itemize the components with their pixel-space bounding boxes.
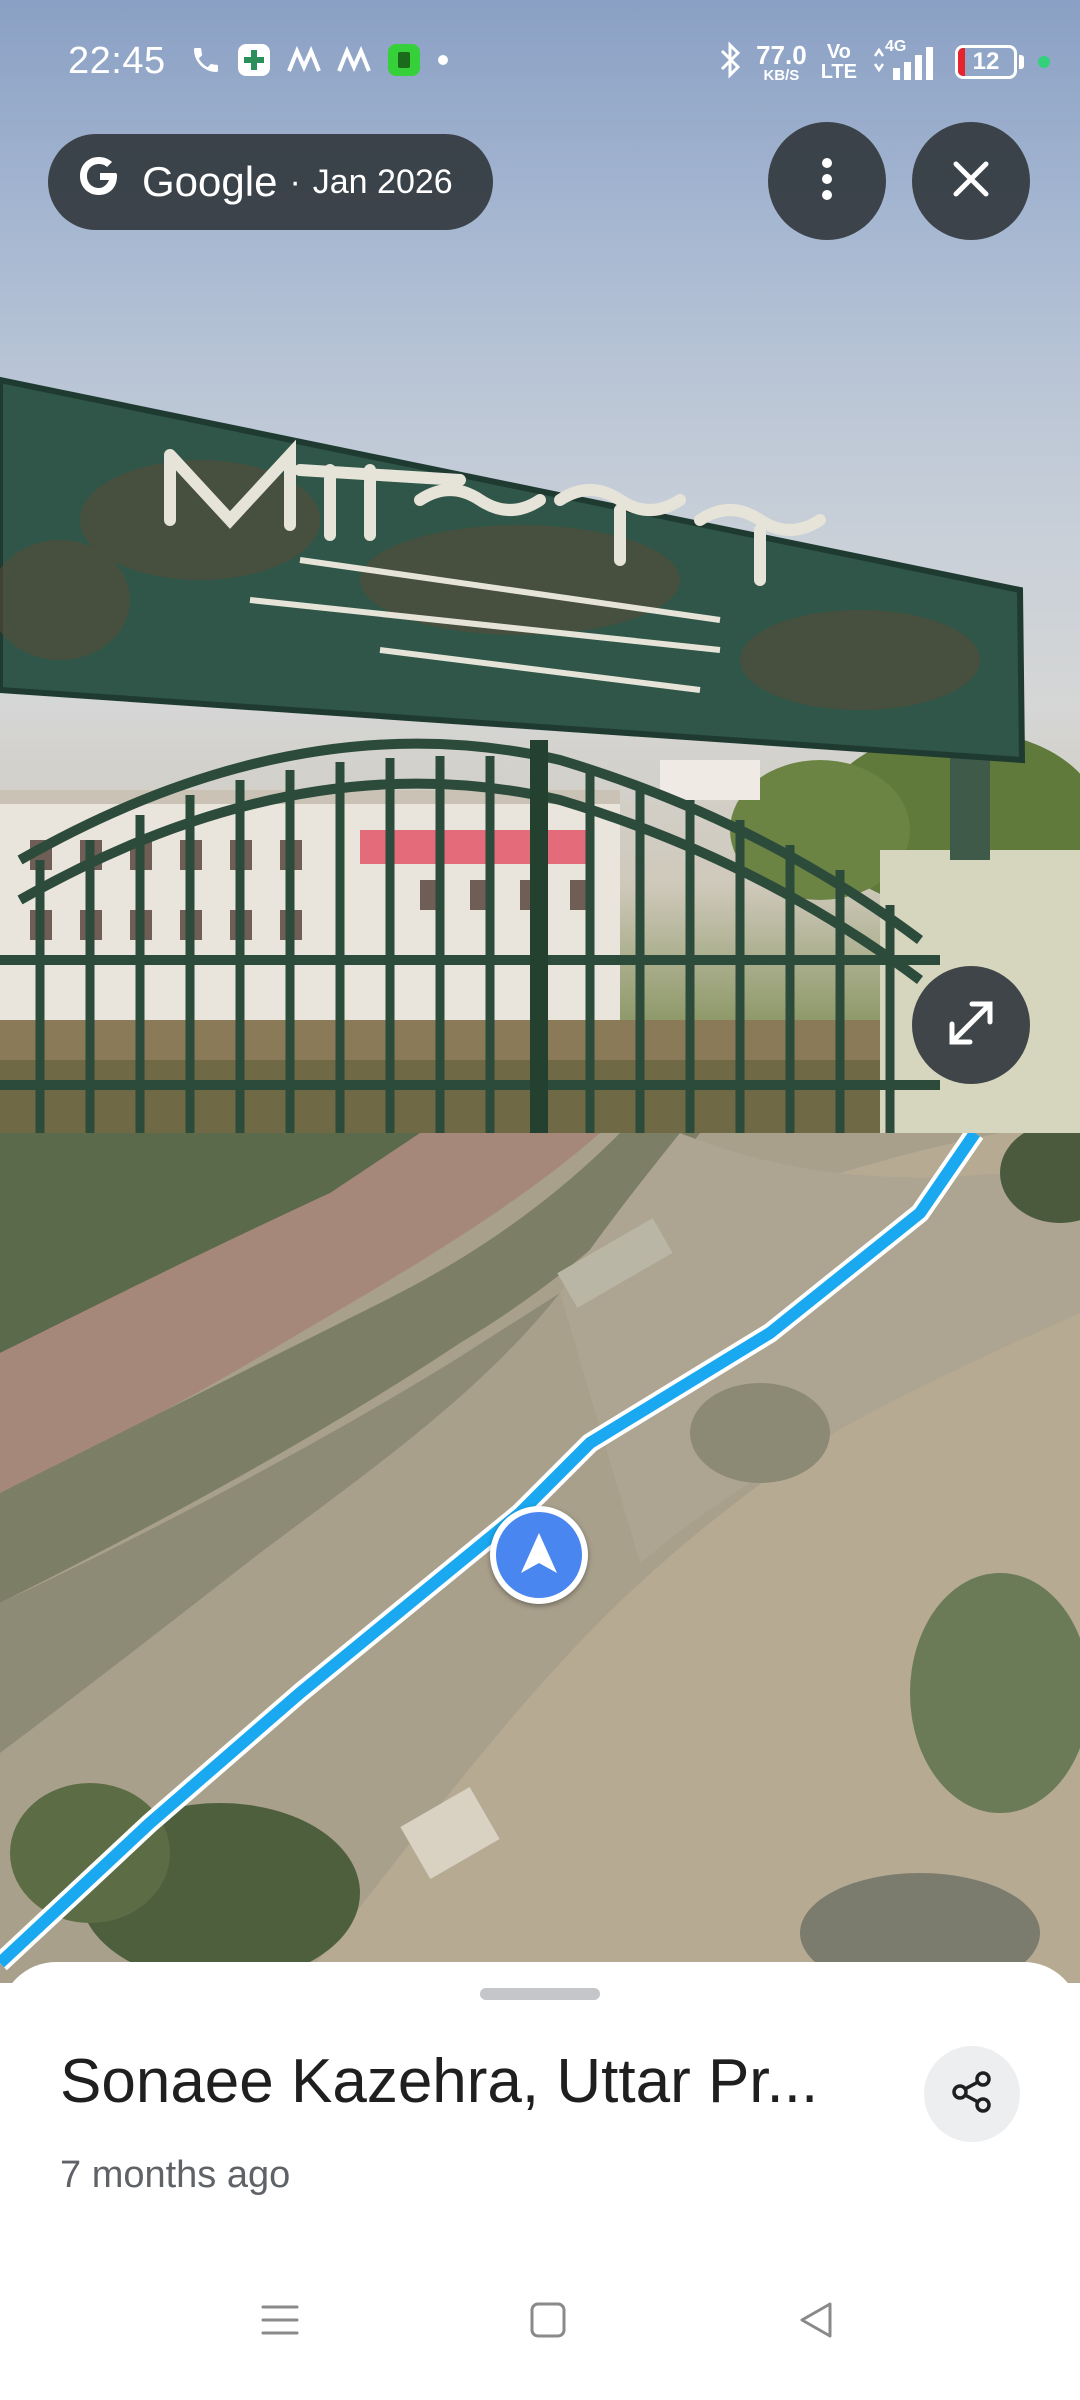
status-bar: 22:45 77.0 KB/S Vo LTE 4G 12 xyxy=(0,0,1080,124)
battery-indicator: 12 xyxy=(955,45,1017,79)
back-icon xyxy=(797,2300,835,2345)
expand-icon xyxy=(944,996,998,1055)
google-g-icon xyxy=(74,153,124,211)
menu-icon xyxy=(260,2302,300,2343)
m-app-icon xyxy=(286,45,322,80)
place-title: Sonaee Kazehra, Uttar Pr... xyxy=(60,2047,819,2116)
close-icon xyxy=(952,160,990,203)
charging-dot xyxy=(1038,56,1050,68)
m-app-icon xyxy=(336,45,372,80)
network-speed-unit: KB/S xyxy=(763,66,800,84)
bluetooth-icon xyxy=(718,40,742,84)
plus-app-icon xyxy=(236,42,272,83)
close-button[interactable] xyxy=(912,122,1030,240)
navigation-arrow-icon xyxy=(519,1531,559,1580)
system-navigation-bar xyxy=(0,2292,1080,2372)
volte-indicator: Vo LTE xyxy=(821,42,857,82)
phone-icon xyxy=(190,44,222,81)
notification-icons xyxy=(190,42,450,82)
network-speed: 77.0 KB/S xyxy=(756,42,807,83)
more-vertical-icon xyxy=(820,157,834,206)
drag-handle[interactable] xyxy=(480,1988,600,2000)
green-app-icon xyxy=(386,42,422,83)
volte-top: Vo xyxy=(826,41,851,63)
menu-nav-button[interactable] xyxy=(250,2292,310,2352)
network-speed-value: 77.0 xyxy=(756,39,807,70)
battery-tip xyxy=(1019,55,1024,69)
battery-fill xyxy=(958,48,965,76)
share-button[interactable] xyxy=(924,2046,1020,2142)
system-icons: 77.0 KB/S Vo LTE 4G 12 xyxy=(718,38,1050,86)
dot-icon xyxy=(436,53,450,72)
share-icon xyxy=(950,2070,994,2119)
imagery-provider: Google xyxy=(142,158,278,205)
expand-button[interactable] xyxy=(912,966,1030,1084)
signal-icon: 4G xyxy=(871,38,941,82)
volte-bottom: LTE xyxy=(820,61,857,83)
status-time: 22:45 xyxy=(68,40,166,82)
bottom-sheet[interactable]: Sonaee Kazehra, Uttar Pr... 7 months ago xyxy=(0,1962,1080,2400)
home-icon xyxy=(528,2300,568,2345)
imagery-attribution-pill[interactable]: Google · Jan 2026 xyxy=(48,134,493,230)
imagery-date: Jan 2026 xyxy=(312,162,453,201)
home-nav-button[interactable] xyxy=(518,2292,578,2352)
more-options-button[interactable] xyxy=(768,122,886,240)
imagery-separator: · xyxy=(289,162,301,201)
current-location-marker[interactable] xyxy=(490,1506,588,1604)
place-subtitle: 7 months ago xyxy=(60,2154,291,2196)
battery-level: 12 xyxy=(972,48,1000,75)
back-nav-button[interactable] xyxy=(786,2292,846,2352)
